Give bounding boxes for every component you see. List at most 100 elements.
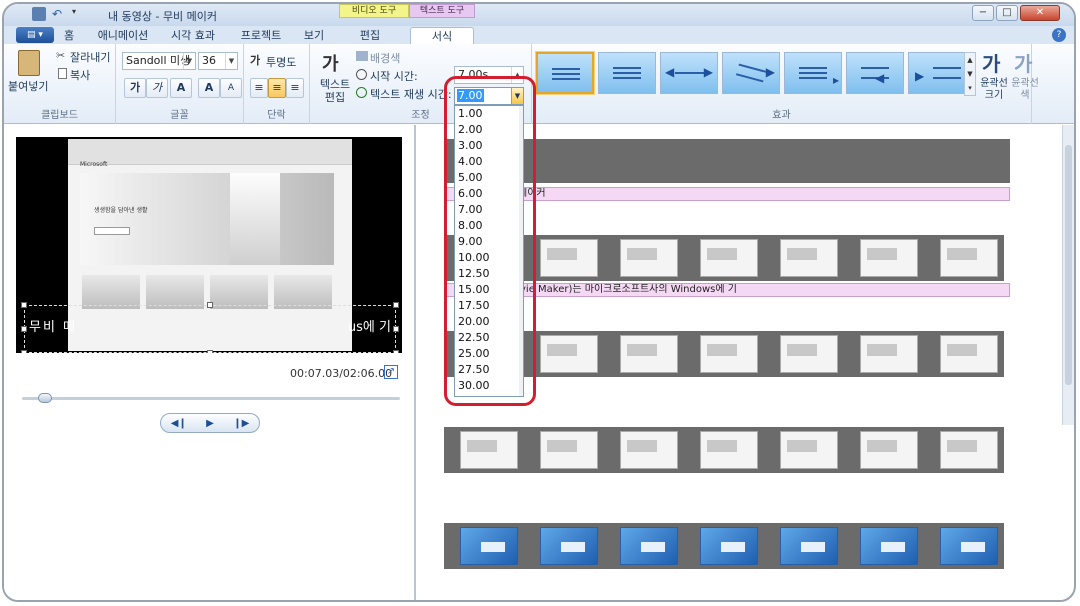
clip-frame[interactable] xyxy=(444,523,524,569)
clip-frame[interactable] xyxy=(924,427,1004,473)
effect-slide-left[interactable]: ◀ xyxy=(846,52,904,94)
italic-button[interactable]: 가 xyxy=(146,78,168,98)
outline-color-icon[interactable]: 가 xyxy=(1014,48,1032,77)
shrink-font-button[interactable]: A xyxy=(220,78,242,98)
storyboard-scrollbar[interactable] xyxy=(1062,125,1074,425)
clip-frame[interactable] xyxy=(604,235,684,281)
clip-frame[interactable] xyxy=(844,427,924,473)
scrollbar-thumb[interactable] xyxy=(1065,145,1072,385)
font-color-button[interactable]: A xyxy=(170,78,192,98)
clip-frame[interactable] xyxy=(764,235,844,281)
ribbon-tabs: ▤ ▾ 홈 애니메이션 시각 효과 프로젝트 보기 편집 서식 ? xyxy=(4,26,1074,44)
grow-font-button[interactable]: A xyxy=(198,78,220,98)
font-size-select[interactable]: 36 ▼ xyxy=(198,52,238,70)
seek-handle[interactable] xyxy=(38,393,52,403)
clip-frame[interactable] xyxy=(604,331,684,377)
outline-color-button[interactable]: 윤곽선 색 xyxy=(1010,78,1040,102)
preview-pane: Microsoft 생생함을 담아낸 생활 무비 메 us에 기 00:07.0… xyxy=(4,125,416,600)
cut-button[interactable]: 잘라내기 xyxy=(70,49,110,65)
effects-scroll[interactable]: ▲ ▼ ▾ xyxy=(964,52,976,96)
clip-frame[interactable] xyxy=(924,235,1004,281)
qat-dropdown-icon[interactable]: ▾ xyxy=(72,7,86,21)
effect-slide-right[interactable]: ▶ xyxy=(908,52,966,94)
tab-animation[interactable]: 애니메이션 xyxy=(90,27,156,44)
outline-size-button[interactable]: 윤곽선 크기 xyxy=(979,78,1009,102)
clip-frame[interactable] xyxy=(764,331,844,377)
clip-frame[interactable] xyxy=(684,523,764,569)
undo-icon[interactable]: ↶ xyxy=(52,7,66,21)
font-family-select[interactable]: Sandoll 미생 ▼ xyxy=(122,52,196,70)
seek-bar[interactable] xyxy=(22,393,400,403)
clip-frame[interactable] xyxy=(844,331,924,377)
align-center-button[interactable]: ≡ xyxy=(268,78,286,98)
text-edit-button[interactable]: 텍스트 편집 xyxy=(318,78,352,104)
clip-frame[interactable] xyxy=(844,235,924,281)
caption-box[interactable]: 무비 메 us에 기 xyxy=(21,302,399,353)
tab-visual-effects[interactable]: 시각 효과 xyxy=(164,27,222,44)
paste-button[interactable]: 붙여넣기 xyxy=(8,78,48,94)
resize-handle[interactable] xyxy=(393,302,399,308)
effect-fade[interactable] xyxy=(598,52,656,94)
resize-handle[interactable] xyxy=(207,302,213,308)
copy-button[interactable]: 복사 xyxy=(70,67,90,83)
text-edit-icon[interactable]: 가 xyxy=(322,50,339,76)
clip-frame[interactable] xyxy=(924,523,1004,569)
clip-frame[interactable] xyxy=(684,331,764,377)
effect-none[interactable] xyxy=(536,52,594,94)
clip-frame[interactable] xyxy=(524,331,604,377)
effect-swing[interactable]: ▶ xyxy=(722,52,780,94)
tab-home[interactable]: 홈 xyxy=(56,27,82,44)
next-frame-icon[interactable]: ❙▶ xyxy=(233,418,249,429)
align-left-button[interactable]: ≡ xyxy=(250,78,268,98)
background-color-icon[interactable] xyxy=(356,51,368,61)
transparency-icon[interactable]: 가 xyxy=(250,52,260,68)
resize-handle[interactable] xyxy=(393,350,399,353)
tab-edit[interactable]: 편집 xyxy=(352,27,388,44)
app-menu-button[interactable]: ▤ ▾ xyxy=(16,27,54,43)
background-color-button[interactable]: 배경색 xyxy=(370,50,400,66)
align-right-button[interactable]: ≡ xyxy=(286,78,304,98)
clip-frame[interactable] xyxy=(924,331,1004,377)
fullscreen-icon[interactable]: ↗ xyxy=(384,365,398,379)
bold-button[interactable]: 가 xyxy=(124,78,146,98)
tab-view[interactable]: 보기 xyxy=(298,27,330,44)
clip-frame[interactable] xyxy=(844,523,924,569)
resize-handle[interactable] xyxy=(21,302,27,308)
copy-icon[interactable] xyxy=(58,68,67,79)
thumbnail xyxy=(210,275,268,309)
paste-icon[interactable] xyxy=(18,50,40,76)
resize-handle[interactable] xyxy=(21,326,27,332)
clip-frame[interactable] xyxy=(604,523,684,569)
save-icon[interactable] xyxy=(32,7,46,21)
effect-fly[interactable]: ▸ xyxy=(784,52,842,94)
tab-project[interactable]: 프로젝트 xyxy=(232,27,290,44)
clip-frame[interactable] xyxy=(684,235,764,281)
hero-button xyxy=(94,227,130,235)
clip-frame[interactable] xyxy=(524,235,604,281)
video-preview[interactable]: Microsoft 생생함을 담아낸 생활 무비 메 us에 기 xyxy=(16,137,402,353)
clip-frame[interactable] xyxy=(764,523,844,569)
tab-format[interactable]: 서식 xyxy=(410,27,474,44)
clip-frame[interactable] xyxy=(764,427,844,473)
clip-frame[interactable] xyxy=(524,427,604,473)
clip-frame[interactable] xyxy=(604,427,684,473)
play-icon[interactable]: ▶ xyxy=(206,418,214,429)
resize-handle[interactable] xyxy=(207,350,213,353)
app-window: ↶ ▾ 내 동영상 - 무비 메이커 비디오 도구 텍스트 도구 − □ ✕ ▤… xyxy=(2,2,1076,602)
close-button[interactable]: ✕ xyxy=(1020,5,1060,21)
minimize-button[interactable]: − xyxy=(972,5,994,21)
transparency-button[interactable]: 투명도 xyxy=(266,54,296,70)
clip-frame[interactable] xyxy=(684,427,764,473)
timecode: 00:07.03/02:06.00 xyxy=(290,367,393,380)
cut-icon[interactable]: ✂ xyxy=(56,49,65,62)
maximize-button[interactable]: □ xyxy=(996,5,1018,21)
clip-frame[interactable] xyxy=(524,523,604,569)
resize-handle[interactable] xyxy=(21,350,27,353)
previous-frame-icon[interactable]: ◀❙ xyxy=(171,418,187,429)
resize-handle[interactable] xyxy=(393,326,399,332)
outline-size-icon[interactable]: 가 xyxy=(982,48,1000,77)
effect-scroll[interactable]: ◀ ▶ xyxy=(660,52,718,94)
clip-frame[interactable] xyxy=(444,427,524,473)
help-icon[interactable]: ? xyxy=(1052,28,1066,42)
window-title: 내 동영상 - 무비 메이커 xyxy=(108,10,218,23)
